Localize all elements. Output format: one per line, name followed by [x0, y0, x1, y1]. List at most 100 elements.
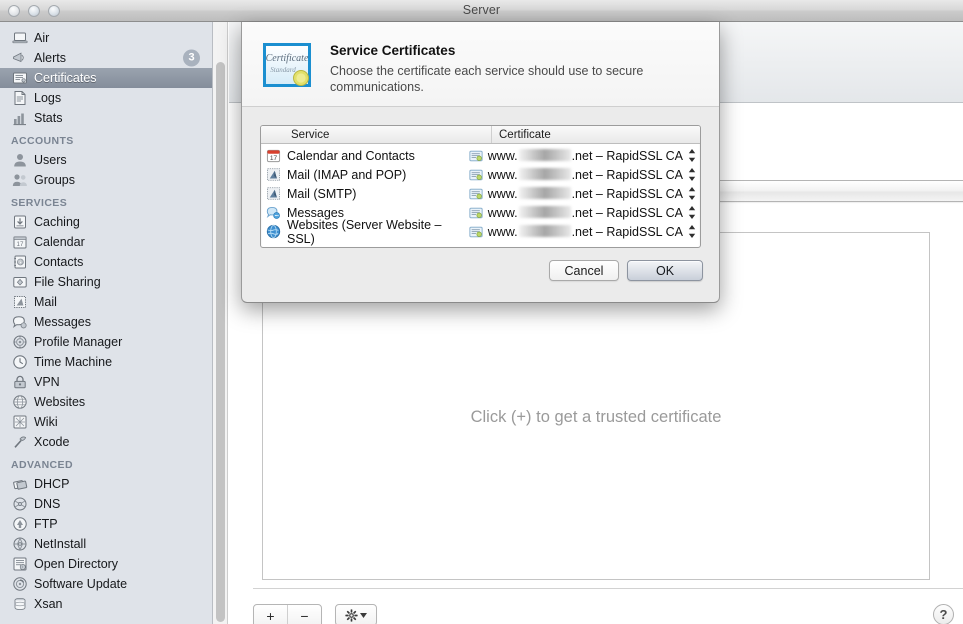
- ok-button[interactable]: OK: [627, 260, 703, 281]
- certificate-suffix: .net – RapidSSL CA: [572, 225, 683, 239]
- lock-icon: [12, 374, 28, 390]
- profile-gear-icon: [12, 334, 28, 350]
- sheet-header: Certificate Standard Service Certificate…: [242, 22, 719, 107]
- cell-certificate[interactable]: www. .net – RapidSSL CA: [469, 167, 700, 182]
- add-certificate-button[interactable]: +: [254, 605, 287, 624]
- stepper-arrows-icon[interactable]: [688, 224, 696, 239]
- svg-text:Standard: Standard: [270, 66, 296, 74]
- sidebar-item-messages[interactable]: Messages: [0, 312, 212, 332]
- sidebar-section-accounts: ACCOUNTS: [0, 128, 212, 150]
- action-gear-button[interactable]: [335, 604, 377, 624]
- sidebar-item-calendar[interactable]: 17Calendar: [0, 232, 212, 252]
- sidebar-item-xsan[interactable]: Xsan: [0, 594, 212, 614]
- sidebar-item-time-machine[interactable]: Time Machine: [0, 352, 212, 372]
- certificate-suffix: .net – RapidSSL CA: [572, 149, 683, 163]
- certificate-icon: [12, 70, 28, 86]
- sidebar-item-vpn[interactable]: VPN: [0, 372, 212, 392]
- sidebar-item-label: Xsan: [34, 597, 63, 611]
- help-button[interactable]: ?: [933, 604, 954, 624]
- mail-stamp-icon: [266, 186, 281, 201]
- sidebar-item-file-sharing[interactable]: File Sharing: [0, 272, 212, 292]
- sidebar-item-mail[interactable]: Mail: [0, 292, 212, 312]
- hammer-icon: [12, 434, 28, 450]
- globe-icon: [12, 394, 28, 410]
- sidebar-item-users[interactable]: Users: [0, 150, 212, 170]
- svg-text:17: 17: [17, 241, 24, 248]
- stepper-arrows-icon[interactable]: [688, 205, 696, 220]
- sidebar-item-label: Open Directory: [34, 557, 118, 571]
- add-remove-segmented-control: + −: [253, 604, 322, 624]
- table-row[interactable]: Mail (IMAP and POP)www..net – RapidSSL C…: [261, 165, 700, 184]
- redacted-domain: [519, 168, 571, 180]
- sidebar-scrollbar[interactable]: [213, 22, 228, 624]
- sidebar-item-label: VPN: [34, 375, 60, 389]
- certificate-small-icon: [469, 187, 483, 201]
- sidebar-item-websites[interactable]: Websites: [0, 392, 212, 412]
- sidebar-item-dhcp[interactable]: DHCP: [0, 474, 212, 494]
- sidebar-item-label: Time Machine: [34, 355, 112, 369]
- certificate-prefix: www.: [488, 187, 518, 201]
- netinstall-icon: [12, 536, 28, 552]
- column-header-certificate[interactable]: Certificate: [491, 126, 700, 143]
- calendar-icon: 17: [12, 234, 28, 250]
- service-label: Websites (Server Website – SSL): [287, 218, 469, 246]
- gear-icon: [345, 609, 358, 622]
- sidebar-item-wiki[interactable]: Wiki: [0, 412, 212, 432]
- cell-service: Websites (Server Website – SSL): [261, 218, 469, 246]
- sidebar-badge: 3: [183, 50, 200, 67]
- sidebar-item-label: Caching: [34, 215, 80, 229]
- certificate-value: www. .net – RapidSSL CA: [488, 167, 683, 182]
- sidebar-item-caching[interactable]: Caching: [0, 212, 212, 232]
- stepper-arrows-icon[interactable]: [688, 167, 696, 182]
- sidebar-item-netinstall[interactable]: NetInstall: [0, 534, 212, 554]
- sidebar-item-groups[interactable]: Groups: [0, 170, 212, 190]
- document-icon: [12, 90, 28, 106]
- sidebar-item-dns[interactable]: DNS: [0, 494, 212, 514]
- column-header-service[interactable]: Service: [261, 126, 491, 143]
- sidebar-item-certificates[interactable]: Certificates: [0, 68, 212, 88]
- certificate-prefix: www.: [488, 206, 518, 220]
- certificate-prefix: www.: [488, 168, 518, 182]
- cancel-button[interactable]: Cancel: [549, 260, 619, 281]
- certificate-suffix: .net – RapidSSL CA: [572, 187, 683, 201]
- window-title: Server: [0, 3, 963, 17]
- stepper-arrows-icon[interactable]: [688, 148, 696, 163]
- mail-stamp-icon: [12, 294, 28, 310]
- certificate-small-icon: [469, 168, 483, 182]
- cell-certificate[interactable]: www..net – RapidSSL CA: [469, 148, 700, 163]
- laptop-icon: [12, 30, 28, 46]
- dns-icon: [12, 496, 28, 512]
- sidebar-item-software-update[interactable]: Software Update: [0, 574, 212, 594]
- remove-certificate-button[interactable]: −: [287, 605, 321, 624]
- cell-service: Mail (SMTP): [261, 186, 469, 201]
- cell-certificate[interactable]: www..net – RapidSSL CA: [469, 224, 700, 239]
- sidebar-item-open-directory[interactable]: iOpen Directory: [0, 554, 212, 574]
- table-row[interactable]: Websites (Server Website – SSL)www..net …: [261, 222, 700, 241]
- table-row[interactable]: 17Calendar and Contactswww..net – RapidS…: [261, 146, 700, 165]
- sidebar-item-profile-manager[interactable]: Profile Manager: [0, 332, 212, 352]
- sidebar-item-label: Users: [34, 153, 67, 167]
- sidebar-item-label: Certificates: [34, 71, 97, 85]
- sidebar-item-logs[interactable]: Logs: [0, 88, 212, 108]
- sidebar-item-label: Websites: [34, 395, 85, 409]
- cell-certificate[interactable]: www. .net – RapidSSL CA: [469, 186, 700, 201]
- software-update-icon: [12, 576, 28, 592]
- sidebar-item-label: Groups: [34, 173, 75, 187]
- download-box-icon: [12, 214, 28, 230]
- redacted-domain: [519, 149, 571, 161]
- sidebar-scrollbar-thumb[interactable]: [216, 62, 225, 622]
- globe-icon: [266, 224, 281, 239]
- sidebar-item-ftp[interactable]: FTP: [0, 514, 212, 534]
- sidebar-item-stats[interactable]: Stats: [0, 108, 212, 128]
- certificate-value: www..net – RapidSSL CA: [488, 205, 683, 220]
- address-book-icon: @: [12, 254, 28, 270]
- table-row[interactable]: Mail (SMTP) www. .net – RapidSSL CA: [261, 184, 700, 203]
- sidebar-item-alerts[interactable]: Alerts3: [0, 48, 212, 68]
- certificate-value: www..net – RapidSSL CA: [488, 224, 683, 239]
- sidebar-item-air[interactable]: Air: [0, 28, 212, 48]
- sidebar-item-xcode[interactable]: Xcode: [0, 432, 212, 452]
- stepper-arrows-icon[interactable]: [688, 186, 696, 201]
- cell-certificate[interactable]: www..net – RapidSSL CA: [469, 205, 700, 220]
- sidebar-item-contacts[interactable]: @Contacts: [0, 252, 212, 272]
- certificate-suffix: .net – RapidSSL CA: [572, 168, 683, 182]
